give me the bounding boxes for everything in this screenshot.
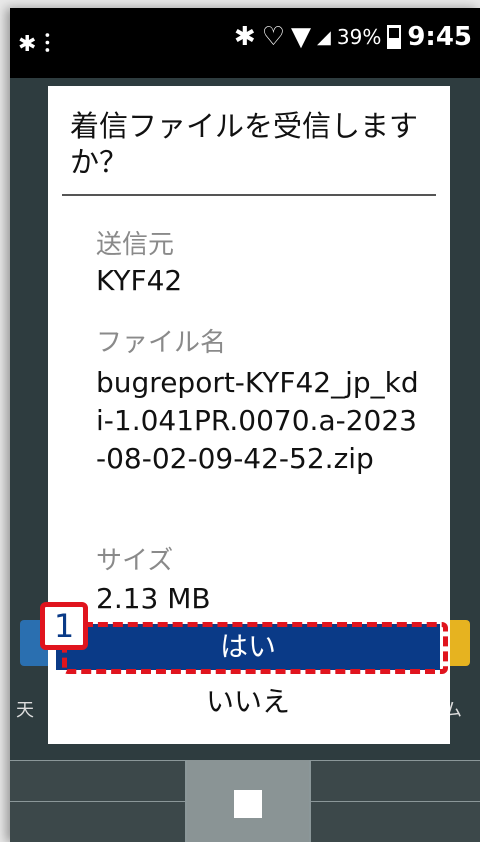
bluetooth-icon: ✱: [233, 22, 256, 52]
clock: 9:45: [407, 22, 472, 52]
size-value: 2.13 MB: [96, 582, 211, 615]
heart-lock-icon: ♡: [261, 22, 286, 52]
sender-value: KYF42: [96, 264, 183, 297]
signal-icon: ◢: [317, 26, 331, 48]
nav-cell-left-top: [10, 760, 186, 802]
nav-cell-left-bottom: [10, 801, 186, 842]
stop-button[interactable]: [186, 760, 310, 842]
stop-icon: [234, 790, 262, 818]
filename-label: ファイル名: [96, 328, 227, 358]
dialog-title: 着信ファイルを受信しますか？: [70, 109, 419, 179]
yes-button-highlight: [62, 622, 448, 674]
step-number-badge: 1: [40, 602, 88, 650]
navigation-bar: [10, 760, 480, 842]
phone-screen: ✱︙ ✱ ♡ ▼ ◢ 39% 9:45 天 ム 着信ファイルを受信しますか？ 送…: [10, 8, 480, 842]
nav-cell-right-top: [310, 760, 480, 802]
bluetooth-signal-icon: ✱︙: [18, 32, 59, 57]
home-app-label-left: 天: [16, 700, 34, 721]
size-label: サイズ: [96, 546, 174, 576]
nav-cell-right-bottom: [310, 801, 480, 842]
battery-percent: 39%: [336, 25, 382, 49]
battery-icon: [387, 25, 402, 49]
status-icons: ✱ ♡ ▼ ◢ 39% 9:45: [234, 22, 472, 52]
sender-label: 送信元: [96, 230, 175, 260]
no-button[interactable]: いいえ: [56, 678, 440, 726]
wifi-icon: ▼: [291, 22, 312, 52]
status-bar: ✱︙ ✱ ♡ ▼ ◢ 39% 9:45: [10, 8, 480, 78]
filename-value: bugreport-KYF42_jp_kdi-1.041PR.0070.a-20…: [96, 366, 419, 475]
title-divider: [62, 194, 436, 196]
